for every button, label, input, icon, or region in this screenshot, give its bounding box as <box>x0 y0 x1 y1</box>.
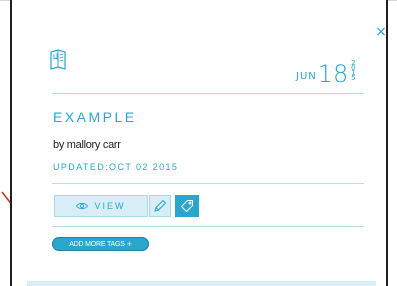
note-title: EXAMPLE <box>53 109 137 125</box>
add-more-tags-label: ADD MORE TAGS <box>69 240 125 248</box>
date-stamp: JUN 18 2 0 1 5 <box>296 56 356 88</box>
date-month: JUN <box>296 71 317 82</box>
date-year: 2 0 1 5 <box>350 60 356 82</box>
book-icon <box>50 49 66 70</box>
close-icon[interactable]: × <box>375 24 387 40</box>
divider <box>52 93 364 94</box>
pencil-icon <box>154 199 167 212</box>
edit-button[interactable] <box>149 195 171 217</box>
date-year-digit: 5 <box>351 74 356 82</box>
bottom-panel-strip <box>27 281 376 286</box>
add-more-tags-button[interactable]: ADD MORE TAGS + <box>52 237 149 251</box>
divider <box>52 226 364 227</box>
updated-date: UPDATED:OCT 02 2015 <box>53 162 179 172</box>
view-button[interactable]: VIEW <box>54 195 148 217</box>
divider <box>52 183 364 184</box>
plus-icon: + <box>126 238 132 249</box>
page: × JUN 18 2 0 1 5 EXAMPLE by mallory carr… <box>0 0 397 286</box>
date-day: 18 <box>317 60 349 88</box>
eye-icon <box>76 202 89 210</box>
tag-button[interactable] <box>175 195 199 217</box>
close-button[interactable]: × <box>374 25 388 39</box>
view-button-label: VIEW <box>94 201 126 211</box>
note-author: by mallory carr <box>53 139 121 151</box>
tag-icon <box>180 199 194 213</box>
